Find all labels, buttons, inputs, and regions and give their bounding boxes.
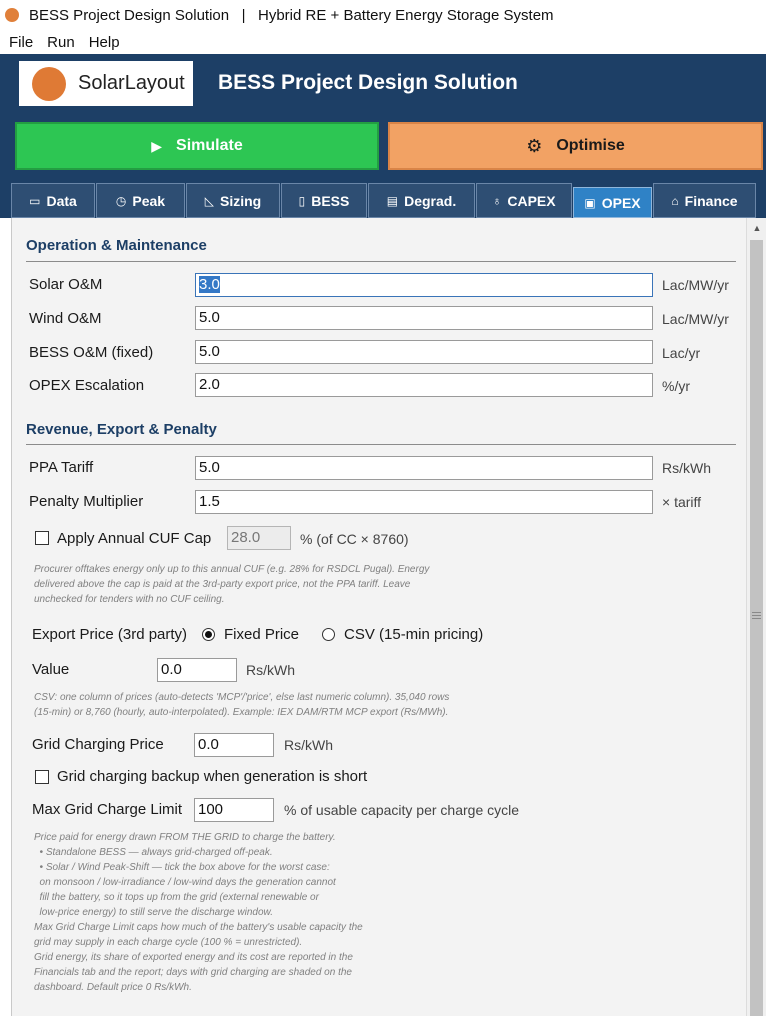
solar-om-label: Solar O&M	[29, 276, 103, 293]
wind-om-unit: Lac/MW/yr	[662, 311, 729, 327]
set-square-icon: ◺	[204, 193, 214, 208]
divider	[26, 261, 736, 262]
csv-pricing-label: CSV (15-min pricing)	[344, 626, 484, 643]
ppa-tariff-label: PPA Tariff	[29, 459, 94, 476]
max-grid-charge-input[interactable]: 100	[194, 798, 274, 822]
tab-sizing[interactable]: ◺ Sizing	[186, 183, 280, 218]
csv-pricing-radio[interactable]	[322, 628, 335, 641]
menu-help[interactable]: Help	[89, 34, 120, 51]
fixed-price-label: Fixed Price	[224, 626, 300, 643]
menu-run[interactable]: Run	[47, 34, 75, 51]
csv-help-note: CSV: one column of prices (auto-detects …	[34, 692, 450, 718]
penalty-multiplier-label: Penalty Multiplier	[29, 493, 144, 510]
grid-help-note: Price paid for energy drawn FROM THE GRI…	[34, 832, 363, 993]
grid-charging-price-label: Grid Charging Price	[32, 736, 164, 753]
folder-icon: ▭	[29, 193, 41, 208]
tab-label: Finance	[684, 192, 738, 209]
tab-degrad[interactable]: ▤ Degrad.	[368, 183, 475, 218]
export-value-label: Value	[32, 661, 70, 678]
tab-label: Data	[46, 192, 77, 209]
tab-data[interactable]: ▭ Data	[11, 183, 95, 218]
opex-escalation-input[interactable]: 2.0	[195, 373, 653, 397]
simulate-button[interactable]: ▶ Simulate	[15, 122, 379, 170]
max-grid-charge-unit: % of usable capacity per charge cycle	[284, 802, 520, 818]
fixed-price-radio[interactable]	[202, 628, 215, 641]
logo: SolarLayout	[19, 61, 193, 106]
export-value-input[interactable]: 0.0	[157, 658, 237, 682]
money-bag-icon: ♁	[492, 193, 502, 208]
divider	[26, 444, 736, 445]
opex-escalation-label: OPEX Escalation	[29, 377, 145, 394]
penalty-multiplier-input[interactable]: 1.5	[195, 490, 653, 514]
opex-escalation-unit: %/yr	[662, 378, 690, 394]
wind-om-label: Wind O&M	[29, 310, 102, 327]
cuf-cap-label: Apply Annual CUF Cap	[57, 530, 212, 547]
calendar-icon: ▣	[584, 195, 596, 210]
grid-backup-label: Grid charging backup when generation is …	[57, 768, 368, 785]
tab-bar: ▭ Data ◷ Peak ◺ Sizing ▯ BESS ▤ Degrad. ♁ CAPE…	[0, 181, 766, 218]
tab-label: CAPEX	[507, 192, 556, 209]
grid-backup-checkbox[interactable]	[35, 770, 49, 784]
grip-line	[752, 612, 761, 613]
cuf-cap-unit: % (of CC × 8760)	[300, 531, 409, 547]
bess-om-unit: Lac/yr	[662, 345, 701, 361]
tab-label: OPEX	[601, 194, 641, 211]
tab-opex[interactable]: ▣ OPEX	[573, 187, 652, 218]
grip-line	[752, 618, 761, 619]
solar-om-value: 3.0	[199, 276, 220, 293]
tab-label: BESS	[311, 192, 350, 209]
chart-down-icon: ▤	[386, 193, 399, 208]
tab-peak[interactable]: ◷ Peak	[96, 183, 185, 218]
ppa-tariff-input[interactable]: 5.0	[195, 456, 653, 480]
tab-finance[interactable]: ⌂ Finance	[653, 183, 756, 218]
play-icon: ▶	[151, 137, 163, 154]
solar-om-unit: Lac/MW/yr	[662, 277, 729, 293]
max-grid-charge-label: Max Grid Charge Limit	[32, 801, 183, 818]
menu-file[interactable]: File	[9, 34, 33, 51]
grip-line	[752, 615, 761, 616]
alarm-clock-icon: ◷	[115, 193, 127, 208]
menubar: File Run Help	[0, 30, 766, 54]
optimise-label: Optimise	[556, 137, 625, 154]
vertical-scrollbar[interactable]: ▲	[746, 218, 766, 1016]
scroll-up-arrow-icon[interactable]: ▲	[750, 220, 764, 236]
tab-label: Sizing	[220, 192, 262, 209]
window-title: BESS Project Design Solution | Hybrid RE…	[29, 6, 554, 24]
logo-text: SolarLayout	[78, 72, 185, 94]
section-heading-revenue: Revenue, Export & Penalty	[26, 421, 217, 438]
solar-om-input[interactable]: 3.0	[195, 273, 653, 297]
bess-om-input[interactable]: 5.0	[195, 340, 653, 364]
app-title: BESS Project Design Solution	[218, 71, 518, 94]
export-value-unit: Rs/kWh	[246, 662, 295, 678]
simulate-label: Simulate	[176, 137, 243, 154]
wind-om-input[interactable]: 5.0	[195, 306, 653, 330]
action-bar: ▶ Simulate ⚙ Optimise	[0, 113, 766, 181]
window-titlebar: BESS Project Design Solution | Hybrid RE…	[0, 0, 766, 30]
cuf-cap-input[interactable]: 28.0	[227, 526, 291, 550]
tab-label: Peak	[132, 192, 166, 209]
tab-label: Degrad.	[404, 192, 457, 209]
optimise-button[interactable]: ⚙ Optimise	[388, 122, 763, 170]
battery-icon: ▯	[298, 193, 306, 208]
ppa-tariff-unit: Rs/kWh	[662, 460, 711, 476]
cuf-help-note: Procurer offtakes energy only up to this…	[34, 564, 430, 605]
scroll-thumb[interactable]	[750, 240, 763, 1016]
bank-icon: ⌂	[671, 193, 679, 208]
app-header: SolarLayout BESS Project Design Solution	[0, 54, 766, 113]
cuf-cap-checkbox[interactable]	[35, 531, 49, 545]
tab-bess[interactable]: ▯ BESS	[281, 183, 367, 218]
export-price-label: Export Price (3rd party)	[32, 626, 188, 643]
logo-mark-icon	[32, 66, 66, 101]
grid-charging-price-input[interactable]: 0.0	[194, 733, 274, 757]
tab-capex[interactable]: ♁ CAPEX	[476, 183, 572, 218]
app-icon	[5, 8, 19, 22]
bess-om-label: BESS O&M (fixed)	[29, 344, 154, 361]
gear-icon: ⚙	[526, 135, 543, 156]
section-heading-om: Operation & Maintenance	[26, 237, 207, 254]
grid-charging-price-unit: Rs/kWh	[284, 737, 333, 753]
penalty-multiplier-unit: × tariff	[662, 494, 702, 510]
